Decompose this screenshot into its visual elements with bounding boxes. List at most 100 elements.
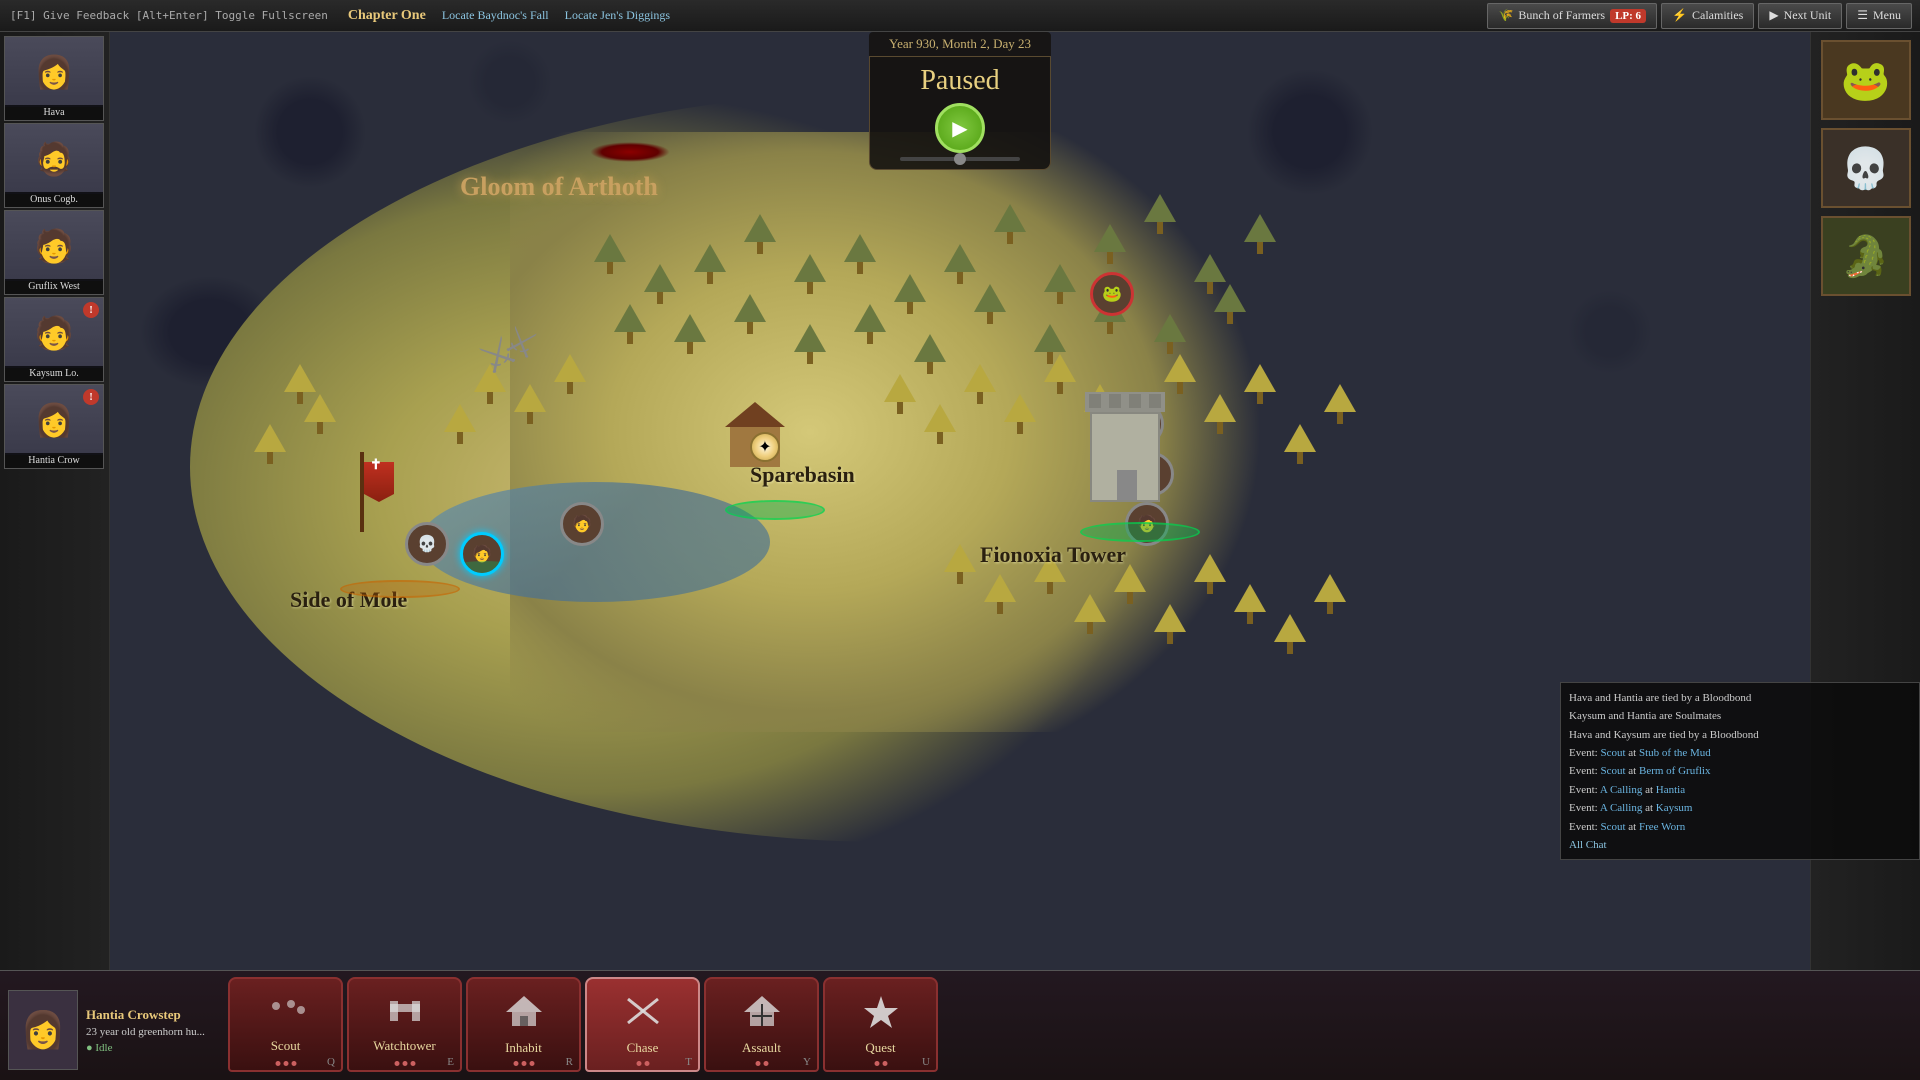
char-status: ● Idle: [86, 1042, 205, 1054]
action-quest[interactable]: Quest U: [823, 977, 938, 1072]
war-banner: ✝: [360, 452, 364, 532]
portrait-hantia[interactable]: 👩 ! Hantia Crow: [4, 384, 104, 469]
action-buttons: Scout Q Watchtower E: [220, 977, 1920, 1080]
chat-link-calling2[interactable]: A Calling: [1600, 802, 1642, 814]
chat-link-kaysum[interactable]: Kaysum: [1656, 802, 1693, 814]
menu-label: Menu: [1873, 8, 1901, 23]
dot: [755, 1061, 760, 1066]
action-inhabit[interactable]: Inhabit R: [466, 977, 581, 1072]
calamities-icon: ⚡: [1672, 8, 1687, 23]
inhabit-label: Inhabit: [505, 1040, 542, 1056]
top-right-controls: 🌾 Bunch of Farmers LP: 6 ⚡ Calamities ▶ …: [1487, 3, 1920, 29]
chat-line-2: Kaysum and Hantia are Soulmates: [1569, 709, 1911, 724]
action-assault[interactable]: Assault Y: [704, 977, 819, 1072]
portrait-hantia-alert: !: [83, 389, 99, 405]
merlon: [1129, 394, 1141, 408]
chat-line-7: Event: A Calling at Kaysum: [1569, 801, 1911, 816]
watchtower-key: E: [447, 1056, 454, 1068]
town-marker-icon: ✦: [750, 432, 780, 462]
inhabit-icon: [504, 994, 544, 1036]
portrait-onus[interactable]: 🧔 Onus Cogb.: [4, 123, 104, 208]
dot: [394, 1061, 399, 1066]
portrait-kaysum-alert: !: [83, 302, 99, 318]
portrait-hantia-name: Hantia Crow: [5, 453, 103, 468]
chase-dots: [636, 1061, 649, 1066]
chase-icon: [623, 994, 663, 1036]
chat-line-8: Event: Scout at Free Worn: [1569, 820, 1911, 835]
banner-pole: [360, 452, 364, 532]
calamities-button[interactable]: ⚡ Calamities: [1661, 3, 1754, 29]
map-unit-character1[interactable]: 🧑: [560, 502, 604, 546]
dot: [521, 1061, 526, 1066]
chat-line-1: Hava and Hantia are tied by a Bloodbond: [1569, 691, 1911, 706]
action-chase[interactable]: Chase T: [585, 977, 700, 1072]
dot: [882, 1061, 887, 1066]
sparebasin-marker[interactable]: ✦: [750, 432, 780, 462]
merlon: [1109, 394, 1121, 408]
chat-link-scout3[interactable]: Scout: [1600, 821, 1625, 833]
chat-line-3: Hava and Kaysum are tied by a Bloodbond: [1569, 728, 1911, 743]
action-watchtower[interactable]: Watchtower E: [347, 977, 462, 1072]
portrait-hava[interactable]: 👩 Hava: [4, 36, 104, 121]
next-unit-icon: ▶: [1769, 8, 1778, 23]
dot: [283, 1061, 288, 1066]
portrait-kaysum[interactable]: 🧑 ! Kaysum Lo.: [4, 297, 104, 382]
dot: [513, 1061, 518, 1066]
right-portrait-1[interactable]: 🐸: [1821, 40, 1911, 120]
paused-text: Paused: [900, 65, 1020, 97]
chat-link-scout2[interactable]: Scout: [1600, 765, 1625, 777]
chase-key: T: [685, 1056, 692, 1068]
chat-link-berm[interactable]: Berm of Gruflix: [1639, 765, 1710, 777]
quest2-link[interactable]: Locate Jen's Diggings: [565, 8, 670, 23]
chat-link-hantia[interactable]: Hantia: [1656, 784, 1685, 796]
feedback-hint: [F1] Give Feedback [Alt+Enter] Toggle Fu…: [0, 9, 338, 22]
watchtower-dots: [394, 1061, 415, 1066]
assault-icon: [742, 994, 782, 1036]
map-unit-selected[interactable]: 🧑: [460, 532, 504, 576]
tower-body: [1090, 412, 1160, 502]
play-button[interactable]: ▶: [935, 103, 985, 153]
right-portrait-3[interactable]: 🐊: [1821, 216, 1911, 296]
chat-line-5: Event: Scout at Berm of Gruflix: [1569, 764, 1911, 779]
assault-label: Assault: [742, 1040, 781, 1056]
gloom-label: Gloom of Arthoth: [460, 172, 658, 202]
chat-link-freeworn[interactable]: Free Worn: [1639, 821, 1685, 833]
chat-line-4: Event: Scout at Stub of the Mud: [1569, 746, 1911, 761]
chat-link-scout1[interactable]: Scout: [1600, 747, 1625, 759]
banner-cross: ✝: [370, 457, 382, 474]
merlon: [1089, 394, 1101, 408]
quest1-link[interactable]: Locate Baydnoc's Fall: [442, 8, 549, 23]
chat-link-calling1[interactable]: A Calling: [1600, 784, 1642, 796]
slider-thumb[interactable]: [954, 153, 966, 165]
chat-area: Hava and Hantia are tied by a Bloodbond …: [1560, 682, 1920, 860]
map-unit-skull[interactable]: 💀: [405, 522, 449, 566]
menu-button[interactable]: ☰ Menu: [1846, 3, 1912, 29]
scout-icon: [266, 996, 306, 1034]
top-bar: [F1] Give Feedback [Alt+Enter] Toggle Fu…: [0, 0, 1920, 32]
portrait-gruflix[interactable]: 🧑 Gruflix West: [4, 210, 104, 295]
chat-link-stub[interactable]: Stub of the Mud: [1639, 747, 1711, 759]
next-unit-label: Next Unit: [1784, 8, 1832, 23]
watchtower-label: Watchtower: [373, 1038, 435, 1054]
house-roof: [725, 402, 785, 427]
action-scout[interactable]: Scout Q: [228, 977, 343, 1072]
next-unit-button[interactable]: ▶ Next Unit: [1758, 3, 1842, 29]
fionoxia-aura: [1080, 522, 1200, 542]
portrait-kaysum-name: Kaysum Lo.: [5, 366, 103, 381]
dot: [291, 1061, 296, 1066]
inhabit-dots: [513, 1061, 534, 1066]
portrait-gruflix-name: Gruflix West: [5, 279, 103, 294]
chat-all-link[interactable]: All Chat: [1569, 839, 1911, 851]
dot: [275, 1061, 280, 1066]
merlon: [1149, 394, 1161, 408]
portrait-onus-face: 🧔: [5, 124, 103, 194]
right-portrait-2[interactable]: 💀: [1821, 128, 1911, 208]
slider-track[interactable]: [900, 157, 1020, 161]
party-button[interactable]: 🌾 Bunch of Farmers LP: 6: [1487, 3, 1657, 29]
char-portrait-big[interactable]: 👩: [8, 990, 78, 1070]
enemy-unit[interactable]: 🐸: [1090, 272, 1134, 316]
tower-door: [1117, 470, 1137, 500]
watchtower-icon: [385, 996, 425, 1034]
portrait-hava-name: Hava: [5, 105, 103, 120]
dot: [636, 1061, 641, 1066]
